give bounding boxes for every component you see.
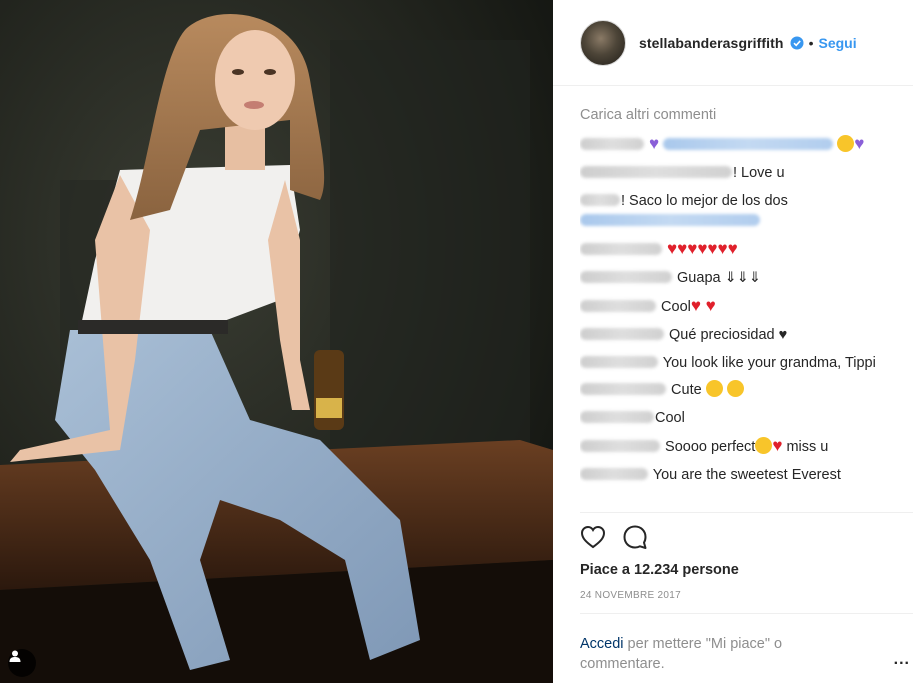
comment-author[interactable]: [580, 467, 648, 480]
action-bar: [579, 523, 649, 551]
comment-bubble-icon[interactable]: [621, 523, 649, 551]
comment-text: Cool: [655, 409, 685, 426]
comment-author[interactable]: [580, 194, 620, 206]
comment-text: You look like your grandma, Tippi: [662, 355, 876, 371]
follow-button[interactable]: Segui: [818, 35, 856, 51]
comment-item: Soooo perfect ♥ miss u: [580, 432, 900, 462]
comment-item: ! Love u: [580, 160, 900, 188]
login-link[interactable]: Accedi: [580, 636, 624, 652]
post-photo[interactable]: [0, 0, 553, 683]
photo-illustration: [0, 0, 553, 683]
post-header: stellabanderasgriffith • Segui: [553, 0, 913, 86]
mention-link[interactable]: [663, 138, 834, 150]
divider: [580, 613, 913, 614]
comment-text: ! Saco lo mejor de los dos: [621, 193, 788, 209]
comment-item: ! Saco lo mejor de los dos: [580, 187, 900, 235]
comment-text: ! Love u: [733, 164, 785, 181]
comment-author[interactable]: [580, 327, 664, 340]
verified-badge-icon: [790, 36, 804, 49]
comment-item: Guapa ⇓⇓⇓: [580, 265, 900, 293]
login-prompt: Accedi per mettere "Mi piace" o commenta…: [580, 634, 830, 674]
comment-author[interactable]: [580, 356, 658, 368]
more-options-button[interactable]: ...: [894, 651, 910, 669]
avatar[interactable]: [580, 19, 626, 66]
comment-item: ♥ ♥: [580, 130, 900, 160]
comment-item: Cool♥ ♥: [580, 292, 900, 322]
red-heart-icon: ♥ ♥: [690, 296, 716, 315]
purple-heart-icon: ♥: [649, 134, 660, 153]
post-side-panel: stellabanderasgriffith • Segui Carica al…: [553, 0, 913, 683]
separator-dot: •: [808, 34, 814, 51]
comment-text: Qué preciosidad ♥: [669, 326, 788, 343]
comment-item: Qué preciosidad ♥: [580, 322, 900, 350]
comment-item: Cool: [580, 405, 900, 433]
comment-author[interactable]: [580, 300, 656, 312]
person-icon: [9, 650, 21, 662]
comment-author[interactable]: [580, 440, 660, 452]
comment-text: You are the sweetest Everest: [652, 466, 841, 483]
purple-heart-icon: ♥: [854, 134, 865, 153]
comment-item: ♥♥♥♥♥♥♥: [580, 235, 900, 265]
comment-author[interactable]: [580, 243, 662, 255]
comment-text: Guapa ⇓⇓⇓: [677, 269, 762, 286]
comment-text: miss u: [786, 439, 829, 455]
heart-eyes-face-icon: [705, 380, 723, 397]
comment-item: You are the sweetest Everest: [580, 462, 900, 490]
comment-text: Cool: [661, 299, 691, 315]
like-heart-icon[interactable]: [579, 523, 607, 551]
comment-author[interactable]: [580, 410, 654, 423]
comments-list[interactable]: Carica altri commenti ♥ ♥ ! Love u ! Sac…: [580, 100, 900, 510]
mention-link[interactable]: [580, 214, 760, 226]
user-tag-badge[interactable]: [8, 649, 36, 677]
comment-text: Soooo perfect: [665, 439, 756, 455]
load-more-comments-link[interactable]: Carica altri commenti: [580, 100, 900, 130]
likes-count[interactable]: Piace a 12.234 persone: [580, 562, 739, 578]
comment-text: Cute: [671, 382, 702, 398]
red-heart-icon: ♥♥♥♥♥♥♥: [667, 239, 738, 258]
comment-author[interactable]: [580, 165, 732, 178]
username-link[interactable]: stellabanderasgriffith: [639, 35, 784, 51]
wink-face-icon: [837, 135, 855, 152]
kiss-lips-icon: ♥: [772, 436, 783, 455]
heart-eyes-face-icon: [726, 380, 744, 397]
comment-item: You look like your grandma, Tippi: [580, 349, 900, 377]
comment-author[interactable]: [580, 138, 644, 150]
comment-author[interactable]: [580, 383, 666, 395]
comment-item: Cute: [580, 377, 900, 405]
heart-eyes-face-icon: [755, 437, 773, 454]
divider: [580, 512, 913, 513]
comment-author[interactable]: [580, 270, 672, 283]
post-date[interactable]: 24 NOVEMBRE 2017: [580, 590, 681, 601]
